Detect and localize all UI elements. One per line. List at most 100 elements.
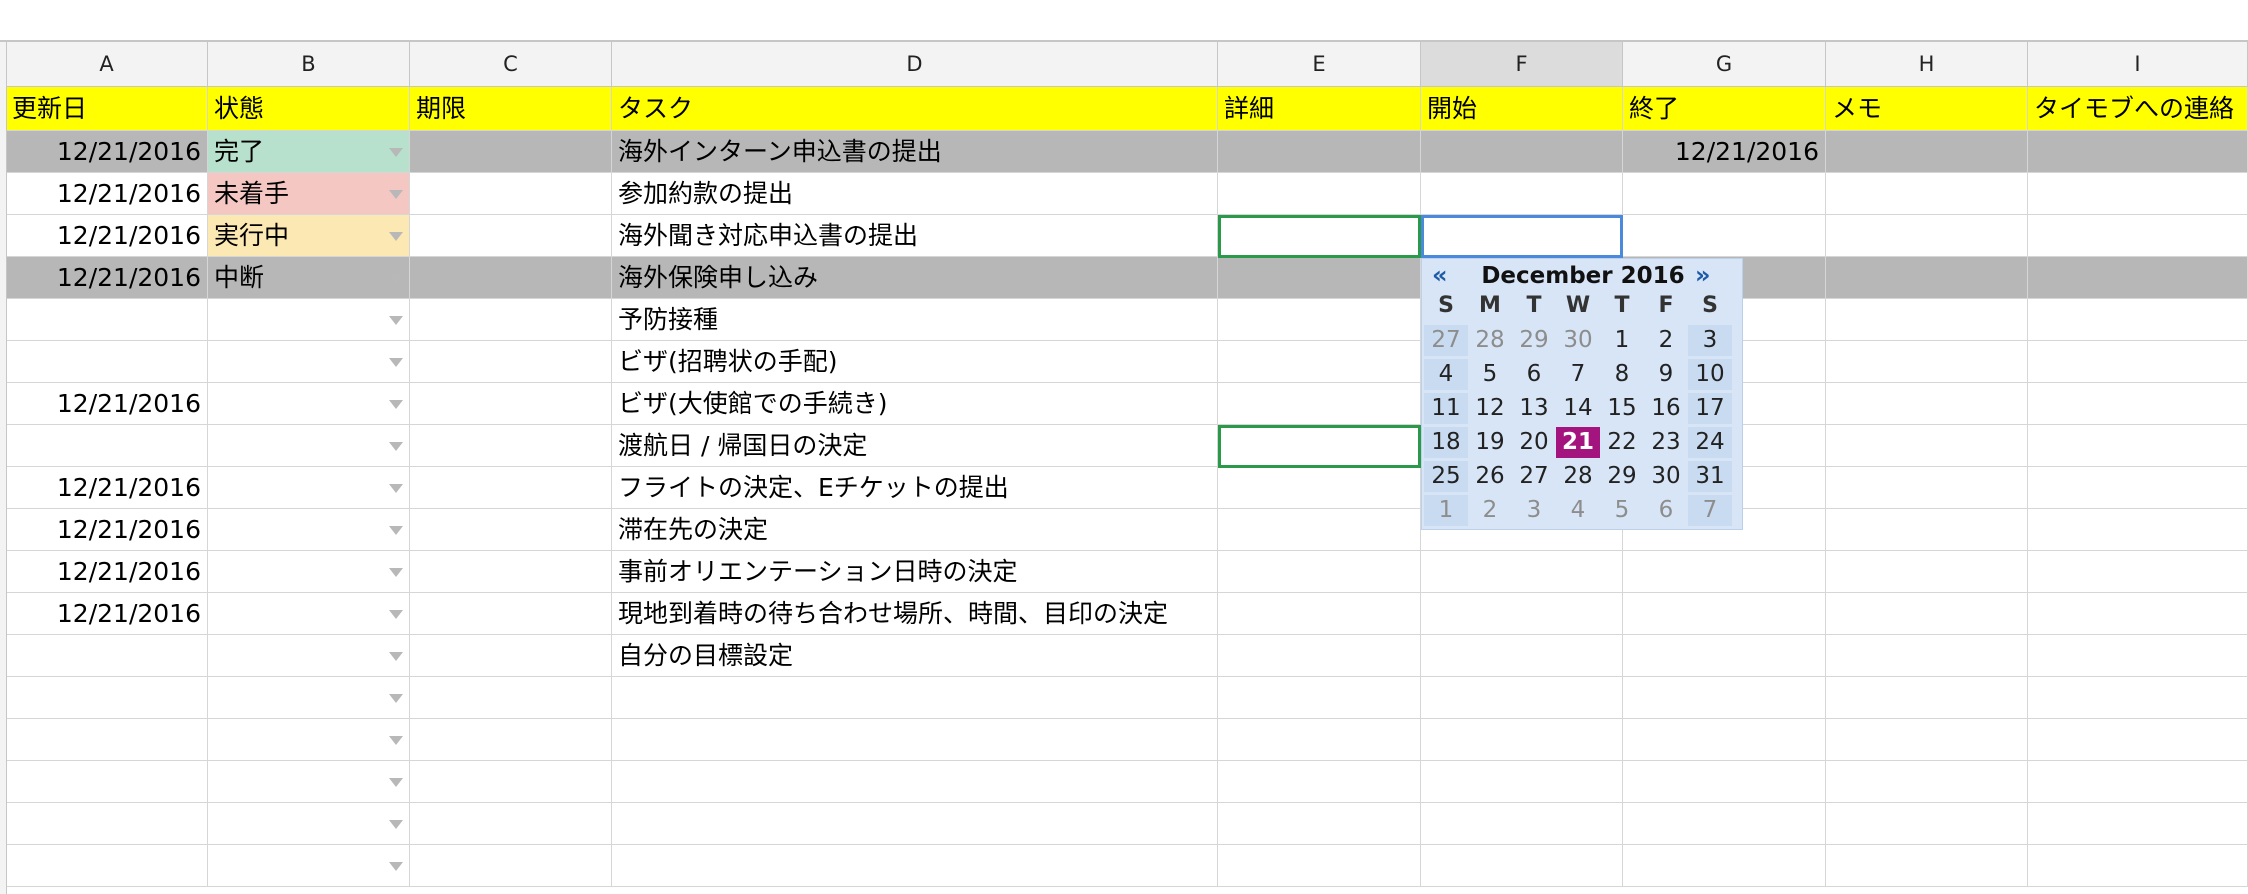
- table-cell[interactable]: [2028, 593, 2248, 635]
- table-cell[interactable]: [1826, 173, 2028, 215]
- table-cell[interactable]: 12/21/2016: [6, 551, 208, 593]
- cell-selection-e4[interactable]: [1218, 215, 1421, 258]
- table-cell[interactable]: 12/21/2016: [6, 215, 208, 257]
- table-cell[interactable]: [2028, 215, 2248, 257]
- day-cell[interactable]: 8: [1600, 359, 1644, 390]
- status-dropdown-cell[interactable]: [208, 845, 410, 887]
- table-cell[interactable]: [410, 593, 612, 635]
- status-dropdown-cell[interactable]: [208, 467, 410, 509]
- table-cell[interactable]: [1826, 383, 2028, 425]
- table-cell[interactable]: [2028, 509, 2248, 551]
- table-cell[interactable]: [2028, 635, 2248, 677]
- header-cell-e[interactable]: 詳細: [1218, 87, 1421, 131]
- day-cell[interactable]: 1: [1600, 325, 1644, 356]
- day-cell[interactable]: 2: [1468, 495, 1512, 526]
- dropdown-arrow-icon[interactable]: [389, 441, 403, 451]
- day-cell[interactable]: 4: [1556, 495, 1600, 526]
- column-header-b[interactable]: B: [208, 42, 410, 87]
- status-dropdown-cell[interactable]: [208, 551, 410, 593]
- day-cell[interactable]: 25: [1424, 461, 1468, 492]
- status-dropdown-cell[interactable]: [208, 593, 410, 635]
- table-cell[interactable]: [2028, 383, 2248, 425]
- table-cell[interactable]: [1218, 257, 1421, 299]
- table-cell[interactable]: [2028, 425, 2248, 467]
- header-cell-f[interactable]: 開始: [1421, 87, 1623, 131]
- table-cell[interactable]: [2028, 803, 2248, 845]
- header-cell-c[interactable]: 期限: [410, 87, 612, 131]
- day-cell[interactable]: 28: [1556, 461, 1600, 492]
- table-cell[interactable]: [1218, 383, 1421, 425]
- status-dropdown-cell[interactable]: 完了: [208, 131, 410, 173]
- table-cell[interactable]: [1421, 803, 1623, 845]
- table-cell[interactable]: [6, 845, 208, 887]
- table-cell[interactable]: [1218, 173, 1421, 215]
- table-cell[interactable]: [1218, 467, 1421, 509]
- status-dropdown-cell[interactable]: 中断: [208, 257, 410, 299]
- table-cell[interactable]: [612, 677, 1218, 719]
- table-cell[interactable]: [1218, 341, 1421, 383]
- table-cell[interactable]: [1421, 845, 1623, 887]
- table-cell[interactable]: [1826, 341, 2028, 383]
- table-cell[interactable]: [1623, 551, 1826, 593]
- table-cell[interactable]: [1623, 593, 1826, 635]
- table-cell[interactable]: 海外インターン申込書の提出: [612, 131, 1218, 173]
- status-dropdown-cell[interactable]: 未着手: [208, 173, 410, 215]
- table-cell[interactable]: [6, 803, 208, 845]
- table-cell[interactable]: [6, 635, 208, 677]
- table-cell[interactable]: [2028, 173, 2248, 215]
- next-month-button[interactable]: »: [1695, 261, 1711, 289]
- day-cell[interactable]: 2: [1644, 325, 1688, 356]
- table-cell[interactable]: [6, 719, 208, 761]
- table-cell[interactable]: 12/21/2016: [6, 509, 208, 551]
- table-cell[interactable]: [410, 845, 612, 887]
- dropdown-arrow-icon[interactable]: [389, 567, 403, 577]
- table-cell[interactable]: [1623, 635, 1826, 677]
- day-cell[interactable]: 6: [1512, 359, 1556, 390]
- table-cell[interactable]: [1218, 551, 1421, 593]
- table-cell[interactable]: [410, 761, 612, 803]
- table-cell[interactable]: [1826, 635, 2028, 677]
- status-dropdown-cell[interactable]: [208, 635, 410, 677]
- table-cell[interactable]: [1623, 803, 1826, 845]
- table-cell[interactable]: [1421, 131, 1623, 173]
- table-cell[interactable]: 海外保険申し込み: [612, 257, 1218, 299]
- day-cell[interactable]: 6: [1644, 495, 1688, 526]
- table-cell[interactable]: [6, 677, 208, 719]
- table-cell[interactable]: [410, 467, 612, 509]
- day-cell[interactable]: 23: [1644, 427, 1688, 458]
- day-cell[interactable]: 30: [1556, 325, 1600, 356]
- table-cell[interactable]: [1826, 803, 2028, 845]
- table-cell[interactable]: [1826, 761, 2028, 803]
- table-cell[interactable]: [410, 719, 612, 761]
- status-dropdown-cell[interactable]: [208, 383, 410, 425]
- active-cell-editor[interactable]: [1421, 215, 1623, 258]
- table-cell[interactable]: [410, 257, 612, 299]
- dropdown-arrow-icon[interactable]: [389, 819, 403, 829]
- day-cell[interactable]: 29: [1512, 325, 1556, 356]
- day-cell[interactable]: 29: [1600, 461, 1644, 492]
- day-cell[interactable]: 7: [1556, 359, 1600, 390]
- table-cell[interactable]: [2028, 467, 2248, 509]
- table-cell[interactable]: [1421, 551, 1623, 593]
- table-cell[interactable]: [2028, 257, 2248, 299]
- table-cell[interactable]: [1623, 719, 1826, 761]
- day-cell[interactable]: 19: [1468, 427, 1512, 458]
- day-cell[interactable]: 26: [1468, 461, 1512, 492]
- status-dropdown-cell[interactable]: [208, 761, 410, 803]
- header-cell-i[interactable]: タイモブへの連絡: [2028, 87, 2248, 131]
- table-cell[interactable]: 12/21/2016: [6, 593, 208, 635]
- dropdown-arrow-icon[interactable]: [389, 777, 403, 787]
- dropdown-arrow-icon[interactable]: [389, 483, 403, 493]
- dropdown-arrow-icon[interactable]: [389, 525, 403, 535]
- dropdown-arrow-icon[interactable]: [389, 147, 403, 157]
- table-cell[interactable]: [1218, 761, 1421, 803]
- day-cell[interactable]: 27: [1424, 325, 1468, 356]
- table-cell[interactable]: ビザ(招聘状の手配): [612, 341, 1218, 383]
- day-cell[interactable]: 24: [1688, 427, 1732, 458]
- status-dropdown-cell[interactable]: [208, 425, 410, 467]
- day-cell[interactable]: 30: [1644, 461, 1688, 492]
- table-cell[interactable]: [410, 425, 612, 467]
- table-cell[interactable]: 滞在先の決定: [612, 509, 1218, 551]
- dropdown-arrow-icon[interactable]: [389, 231, 403, 241]
- status-dropdown-cell[interactable]: [208, 803, 410, 845]
